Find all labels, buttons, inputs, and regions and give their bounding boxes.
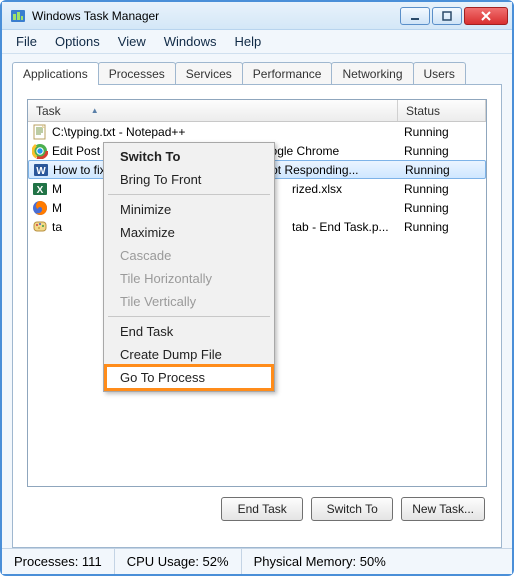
context-menu-item[interactable]: Switch To (106, 145, 272, 168)
client-area: Applications Processes Services Performa… (2, 54, 512, 548)
switch-to-button[interactable]: Switch To (311, 497, 393, 521)
status-memory: Physical Memory: 50% (242, 549, 512, 574)
context-menu-item: Cascade (106, 244, 272, 267)
tab-users[interactable]: Users (413, 62, 466, 84)
table-row[interactable]: C:\typing.txt - Notepad++ Running (28, 122, 486, 141)
context-menu-item: Tile Horizontally (106, 267, 272, 290)
chrome-icon (32, 143, 48, 159)
svg-text:W: W (36, 166, 46, 177)
context-menu-item[interactable]: End Task (106, 320, 272, 343)
status-cell: Running (399, 163, 485, 177)
status-cell: Running (398, 144, 486, 158)
sort-indicator-icon: ▲ (91, 106, 99, 115)
menu-help[interactable]: Help (226, 32, 269, 51)
menu-view[interactable]: View (110, 32, 154, 51)
context-menu-item[interactable]: Go To Process (106, 366, 272, 389)
paint-icon (32, 219, 48, 235)
new-task-button[interactable]: New Task... (401, 497, 485, 521)
tab-applications[interactable]: Applications (12, 62, 99, 85)
task-cell: C:\typing.txt - Notepad++ (28, 124, 398, 140)
status-cell: Running (398, 201, 486, 215)
menu-options[interactable]: Options (47, 32, 108, 51)
status-cell: Running (398, 182, 486, 196)
column-status-label: Status (406, 104, 440, 118)
excel-icon: X (32, 181, 48, 197)
context-menu-item[interactable]: Maximize (106, 221, 272, 244)
status-cpu: CPU Usage: 52% (115, 549, 242, 574)
titlebar[interactable]: Windows Task Manager (2, 2, 512, 30)
status-processes: Processes: 111 (2, 549, 115, 574)
task-manager-window: Windows Task Manager File Options View W… (0, 0, 514, 576)
context-menu-item: Tile Vertically (106, 290, 272, 313)
minimize-button[interactable] (400, 7, 430, 25)
notepadpp-icon (32, 124, 48, 140)
context-menu-separator (108, 194, 270, 195)
maximize-button[interactable] (432, 7, 462, 25)
tab-panel: Task ▲ Status C:\typing.txt - Notepad++ R… (12, 84, 502, 548)
task-name: M (52, 201, 62, 215)
context-menu-item[interactable]: Create Dump File (106, 343, 272, 366)
tab-services[interactable]: Services (175, 62, 243, 84)
svg-text:X: X (37, 185, 44, 196)
column-task-label: Task (36, 104, 61, 118)
list-header: Task ▲ Status (28, 100, 486, 122)
statusbar: Processes: 111 CPU Usage: 52% Physical M… (2, 548, 512, 574)
app-icon (10, 8, 26, 24)
context-menu-separator (108, 316, 270, 317)
status-cell: Running (398, 125, 486, 139)
tab-performance[interactable]: Performance (242, 62, 333, 84)
menu-file[interactable]: File (8, 32, 45, 51)
firefox-icon (32, 200, 48, 216)
end-task-button[interactable]: End Task (221, 497, 303, 521)
applications-list[interactable]: Task ▲ Status C:\typing.txt - Notepad++ R… (27, 99, 487, 487)
menubar: File Options View Windows Help (2, 30, 512, 54)
tab-processes[interactable]: Processes (98, 62, 176, 84)
context-menu-item[interactable]: Minimize (106, 198, 272, 221)
titlebar-buttons (400, 7, 508, 25)
tabstrip: Applications Processes Services Performa… (12, 60, 502, 84)
column-status[interactable]: Status (398, 100, 486, 121)
button-row: End Task Switch To New Task... (27, 487, 487, 533)
word-icon: W (33, 162, 49, 178)
context-menu-item[interactable]: Bring To Front (106, 168, 272, 191)
close-button[interactable] (464, 7, 508, 25)
task-name: C:\typing.txt - Notepad++ (52, 125, 185, 139)
menu-windows[interactable]: Windows (156, 32, 225, 51)
column-task[interactable]: Task ▲ (28, 100, 398, 121)
tab-networking[interactable]: Networking (331, 62, 413, 84)
window-title: Windows Task Manager (32, 9, 400, 23)
context-menu: Switch ToBring To FrontMinimizeMaximizeC… (103, 142, 275, 392)
status-cell: Running (398, 220, 486, 234)
